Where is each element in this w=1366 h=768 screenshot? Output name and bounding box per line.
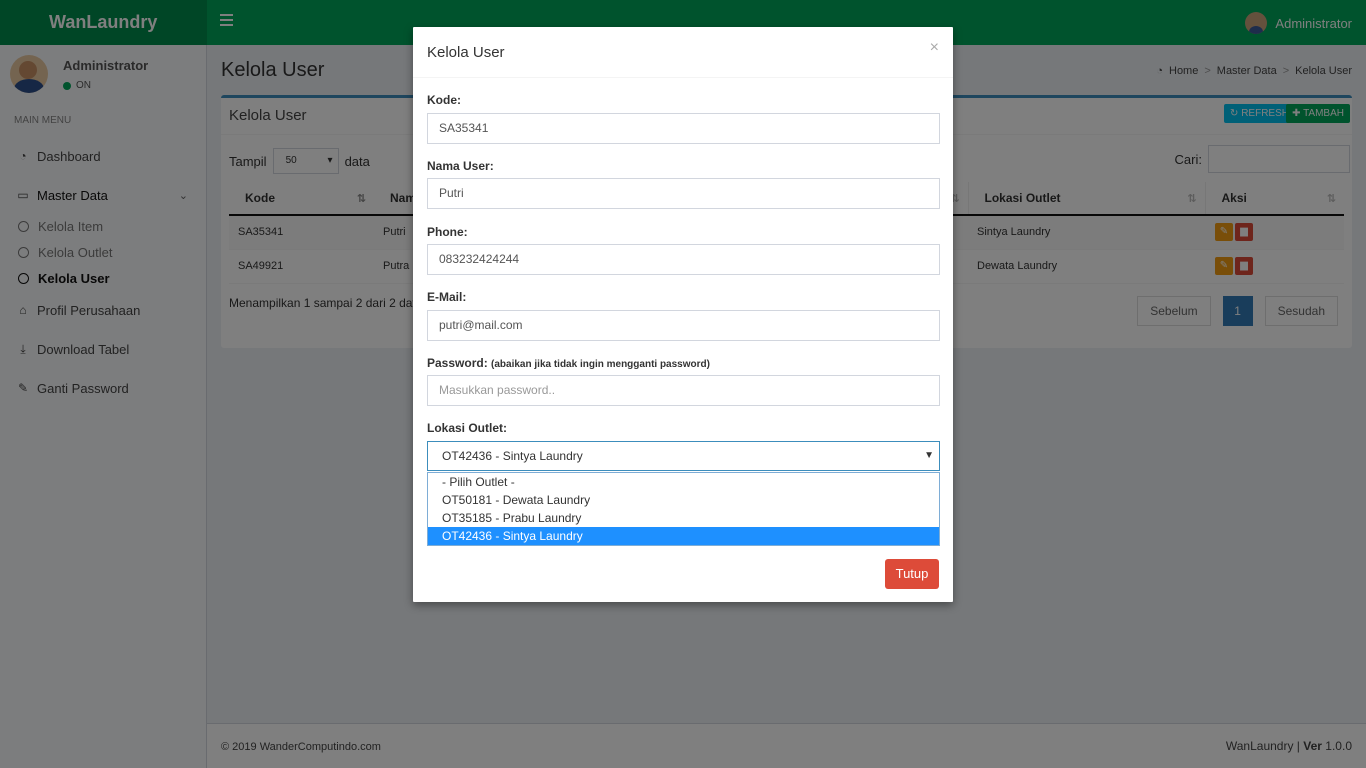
caret-down-icon: ▼ xyxy=(924,450,934,461)
divider xyxy=(413,77,953,78)
email-label: E-Mail: xyxy=(427,290,467,304)
kode-label: Kode: xyxy=(427,93,461,107)
outlet-option-selected[interactable]: OT42436 - Sintya Laundry xyxy=(428,527,939,545)
kelola-user-modal: Kelola User × Kode: SA35341 Nama User: P… xyxy=(413,27,953,602)
phone-label: Phone: xyxy=(427,225,468,239)
email-field[interactable]: putri@mail.com xyxy=(427,310,940,341)
outlet-option[interactable]: - Pilih Outlet - xyxy=(428,473,939,491)
outlet-select[interactable]: OT42436 - Sintya Laundry ▼ xyxy=(427,441,940,471)
password-hint: (abaikan jika tidak ingin mengganti pass… xyxy=(491,359,710,370)
phone-field[interactable]: 083232424244 xyxy=(427,244,940,275)
outlet-selected-value: OT42436 - Sintya Laundry xyxy=(442,449,583,463)
kode-field[interactable]: SA35341 xyxy=(427,113,940,144)
nama-user-label: Nama User: xyxy=(427,159,494,173)
password-label: Password: (abaikan jika tidak ingin meng… xyxy=(427,356,710,370)
close-icon[interactable]: × xyxy=(930,39,939,57)
outlet-option[interactable]: OT50181 - Dewata Laundry xyxy=(428,491,939,509)
close-button[interactable]: Tutup xyxy=(885,559,939,589)
nama-user-field[interactable]: Putri xyxy=(427,178,940,209)
password-field[interactable]: Masukkan password.. xyxy=(427,375,940,406)
outlet-dropdown: - Pilih Outlet - OT50181 - Dewata Laundr… xyxy=(427,472,940,546)
outlet-option[interactable]: OT35185 - Prabu Laundry xyxy=(428,509,939,527)
password-label-text: Password: xyxy=(427,356,488,370)
modal-title: Kelola User xyxy=(427,44,505,61)
outlet-label: Lokasi Outlet: xyxy=(427,421,508,435)
